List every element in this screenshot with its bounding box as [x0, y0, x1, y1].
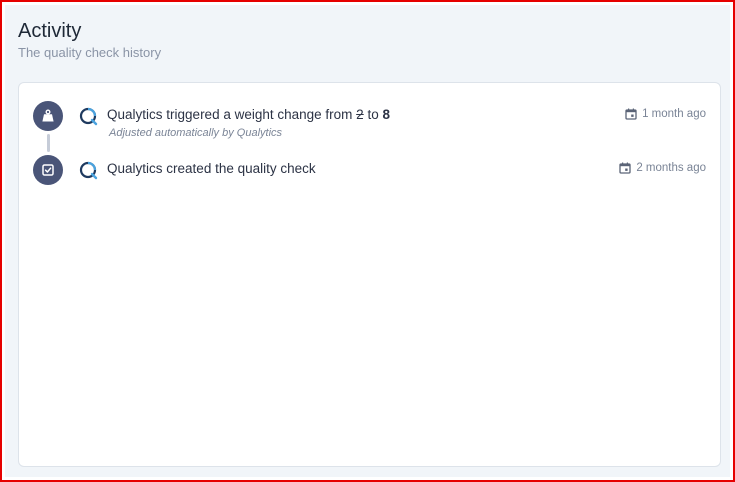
event-time-label: 1 month ago	[642, 108, 706, 120]
panel-title: Activity	[18, 20, 82, 42]
activity-timeline: Qualytics triggered a weight change from…	[18, 82, 721, 467]
old-value: 2	[356, 107, 364, 122]
event-actor: Qualytics	[107, 161, 163, 176]
timeline-event: Qualytics triggered a weight change from…	[19, 101, 720, 139]
event-timestamp: 2 months ago	[619, 162, 706, 174]
check-square-icon	[33, 155, 63, 185]
event-actor: Qualytics	[107, 107, 163, 122]
new-value: 8	[382, 107, 390, 122]
weight-icon	[33, 101, 63, 131]
connector-word: to	[367, 107, 379, 122]
qualytics-logo-icon	[78, 160, 98, 180]
event-text: Qualytics triggered a weight change from…	[107, 107, 390, 122]
event-text: Qualytics created the quality check	[107, 161, 316, 176]
event-action: triggered a weight change from	[166, 107, 353, 122]
timeline-event: Qualytics created the quality check 2 mo…	[19, 155, 720, 191]
event-time-label: 2 months ago	[636, 162, 706, 174]
highlight-frame: Activity The quality check history Qualy…	[0, 0, 735, 482]
activity-panel: Activity The quality check history Qualy…	[5, 5, 730, 477]
qualytics-logo-icon	[78, 106, 98, 126]
event-timestamp: 1 month ago	[625, 108, 706, 120]
timeline-connector	[47, 134, 50, 152]
calendar-icon	[619, 162, 631, 174]
event-action: created the quality check	[166, 161, 316, 176]
event-note: Adjusted automatically by Qualytics	[109, 127, 283, 139]
panel-subtitle: The quality check history	[18, 45, 162, 60]
calendar-icon	[625, 108, 637, 120]
